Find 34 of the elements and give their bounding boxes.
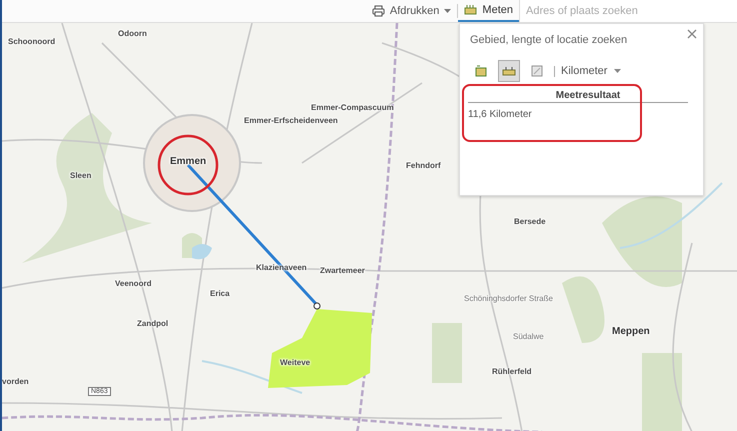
caret-icon (444, 9, 452, 13)
distance-tool-button[interactable] (498, 60, 520, 82)
place-label: Emmer-Compascuum (311, 103, 394, 112)
search-field[interactable]: Adres of plaats zoeken (519, 0, 737, 22)
caret-icon (614, 69, 622, 73)
place-label: Fehndorf (406, 161, 441, 170)
place-label: Meppen (612, 326, 650, 337)
place-label: Rühlerfeld (492, 367, 532, 376)
place-label: Zwartemeer (320, 266, 365, 275)
street-label: Südalwe (513, 332, 544, 341)
place-label: vorden (2, 377, 29, 386)
place-label: Erica (210, 289, 230, 298)
result-heading: Meetresultaat (468, 90, 688, 103)
ruler-icon (502, 65, 516, 77)
place-label: Emmen (170, 156, 206, 167)
grid-square-icon (531, 65, 543, 77)
area-ruler-icon (475, 65, 487, 77)
close-icon[interactable] (687, 29, 697, 39)
street-label: Schöninghsdorfer Straße (464, 294, 553, 303)
place-label: Zandpol (137, 319, 168, 328)
result-value: 11,6 Kilometer (468, 109, 533, 120)
place-label: Schoonoord (8, 37, 56, 46)
place-label: Odoorn (118, 29, 147, 38)
place-label: Sleen (70, 171, 92, 180)
panel-title: Gebied, lengte of locatie zoeken (470, 34, 628, 46)
place-label: Veenoord (115, 279, 152, 288)
place-label: Bersede (514, 217, 546, 226)
printer-icon (372, 5, 385, 17)
unit-dropdown[interactable]: Kilometer (561, 65, 622, 77)
lake (192, 244, 212, 260)
ruler-icon (464, 4, 478, 16)
print-button[interactable]: Afdrukken (366, 0, 458, 22)
place-label: Emmer-Erfscheidenveen (244, 116, 338, 125)
place-label: Weiteve (280, 358, 310, 367)
